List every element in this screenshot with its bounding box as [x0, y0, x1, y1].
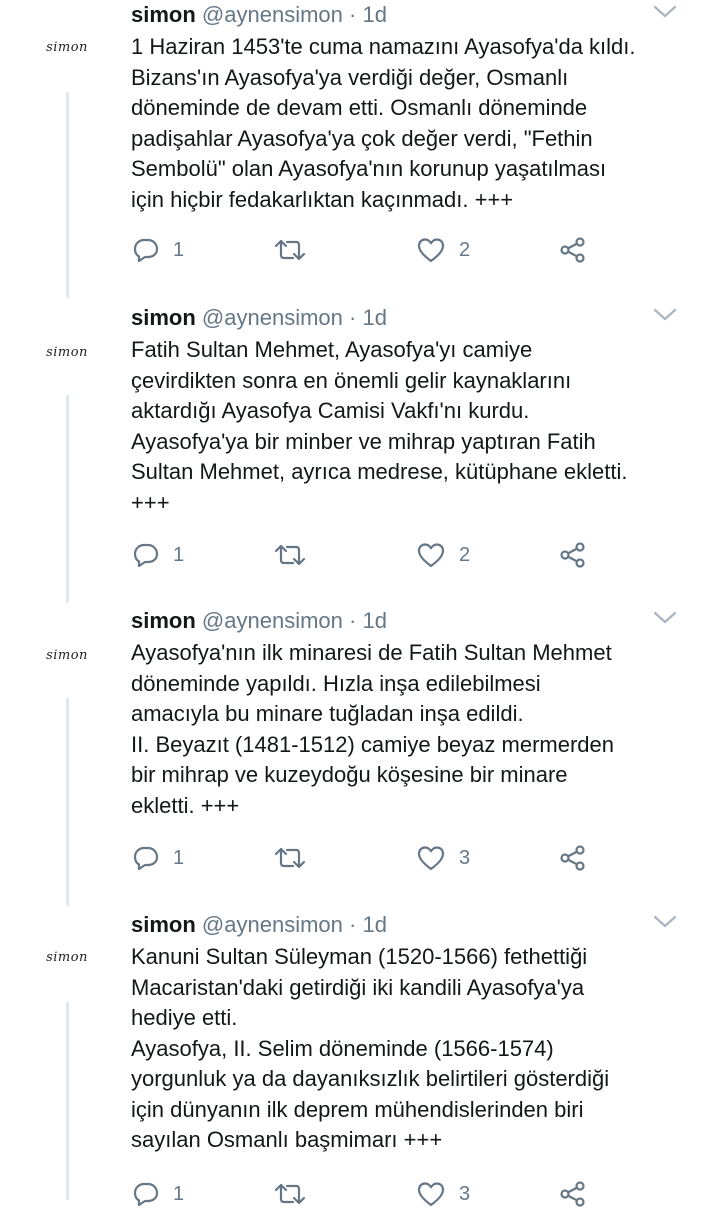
- share-icon: [560, 1181, 585, 1207]
- avatar[interactable]: simon: [26, 916, 108, 998]
- reply-icon: [133, 1182, 159, 1206]
- thread-line: [66, 698, 69, 906]
- tweet[interactable]: simon simon @aynensimon · 1d Fatih Sulta…: [0, 303, 703, 609]
- separator-dot: ·: [349, 912, 357, 937]
- share-button[interactable]: [559, 535, 587, 575]
- timestamp[interactable]: 1d: [362, 912, 386, 937]
- like-count: 2: [459, 543, 471, 566]
- like-count: 3: [459, 846, 471, 869]
- heart-icon: [417, 238, 445, 263]
- retweet-icon: [274, 239, 306, 261]
- heart-icon: [417, 846, 445, 871]
- tweet-actions: 1 3: [131, 1174, 601, 1214]
- tweet[interactable]: simon simon @aynensimon · 1d Kanuni Sult…: [0, 910, 703, 1207]
- like-count: 3: [459, 1182, 471, 1205]
- retweet-icon: [274, 847, 306, 869]
- timestamp[interactable]: 1d: [362, 608, 386, 633]
- heart-icon: [417, 543, 445, 568]
- retweet-icon: [274, 544, 306, 566]
- tweet-actions: 1 3: [131, 838, 601, 878]
- author-handle[interactable]: @aynensimon: [202, 912, 343, 937]
- avatar-text: simon: [46, 344, 88, 360]
- reply-icon: [133, 543, 159, 567]
- thread-line: [66, 1002, 69, 1200]
- author-name[interactable]: simon: [131, 912, 196, 937]
- separator-dot: ·: [349, 305, 357, 330]
- avatar-text: simon: [46, 647, 88, 663]
- retweet-button[interactable]: [273, 1174, 321, 1214]
- share-button[interactable]: [559, 230, 587, 270]
- timestamp[interactable]: 1d: [362, 2, 386, 27]
- tweet-header: simon @aynensimon · 1d: [131, 606, 387, 636]
- avatar-text: simon: [46, 39, 88, 55]
- share-button[interactable]: [559, 838, 587, 878]
- chevron-down-icon[interactable]: [652, 912, 678, 930]
- avatar[interactable]: simon: [26, 614, 108, 696]
- tweet-text: Fatih Sultan Mehmet, Ayasofya'yı camiye …: [131, 337, 628, 515]
- author-handle[interactable]: @aynensimon: [202, 608, 343, 633]
- timestamp[interactable]: 1d: [362, 305, 386, 330]
- reply-count: 1: [173, 238, 185, 261]
- like-count: 2: [459, 238, 471, 261]
- like-button[interactable]: 2: [417, 535, 470, 575]
- share-icon: [560, 542, 585, 568]
- retweet-button[interactable]: [273, 535, 321, 575]
- share-icon: [560, 237, 585, 263]
- chevron-down-icon[interactable]: [652, 2, 678, 20]
- share-icon: [560, 845, 585, 871]
- chevron-down-icon[interactable]: [652, 608, 678, 626]
- tweet-timeline: simon simon @aynensimon · 1d 1 Haziran 1…: [0, 0, 703, 1207]
- like-button[interactable]: 3: [417, 838, 470, 878]
- reply-button[interactable]: 1: [133, 535, 184, 575]
- avatar-text: simon: [46, 949, 88, 965]
- tweet[interactable]: simon simon @aynensimon · 1d Ayasofya'nı…: [0, 606, 703, 912]
- retweet-button[interactable]: [273, 230, 321, 270]
- reply-count: 1: [173, 846, 185, 869]
- separator-dot: ·: [349, 608, 357, 633]
- author-name[interactable]: simon: [131, 608, 196, 633]
- tweet-header: simon @aynensimon · 1d: [131, 910, 387, 940]
- tweet-text: 1 Haziran 1453'te cuma namazını Ayasofya…: [131, 34, 636, 212]
- thread-line: [66, 92, 69, 298]
- author-name[interactable]: simon: [131, 2, 196, 27]
- tweet-header: simon @aynensimon · 1d: [131, 303, 387, 333]
- reply-count: 1: [173, 543, 185, 566]
- avatar[interactable]: simon: [26, 311, 108, 393]
- heart-icon: [417, 1182, 445, 1207]
- tweet-text: Kanuni Sultan Süleyman (1520-1566) fethe…: [131, 944, 610, 1152]
- reply-count: 1: [173, 1182, 185, 1205]
- tweet-header: simon @aynensimon · 1d: [131, 0, 387, 30]
- avatar[interactable]: simon: [26, 6, 108, 88]
- tweet-text: Ayasofya'nın ilk minaresi de Fatih Sulta…: [131, 640, 615, 818]
- retweet-button[interactable]: [273, 838, 321, 878]
- reply-icon: [133, 846, 159, 870]
- author-handle[interactable]: @aynensimon: [202, 305, 343, 330]
- reply-button[interactable]: 1: [133, 1174, 184, 1214]
- reply-icon: [133, 238, 159, 262]
- reply-button[interactable]: 1: [133, 838, 184, 878]
- chevron-down-icon[interactable]: [652, 305, 678, 323]
- thread-line: [66, 395, 69, 603]
- tweet-actions: 1 2: [131, 535, 601, 575]
- tweet-actions: 1 2: [131, 230, 601, 270]
- author-handle[interactable]: @aynensimon: [202, 2, 343, 27]
- reply-button[interactable]: 1: [133, 230, 184, 270]
- tweet[interactable]: simon simon @aynensimon · 1d 1 Haziran 1…: [0, 0, 703, 306]
- author-name[interactable]: simon: [131, 305, 196, 330]
- retweet-icon: [274, 1183, 306, 1205]
- separator-dot: ·: [349, 2, 357, 27]
- share-button[interactable]: [559, 1174, 587, 1214]
- like-button[interactable]: 2: [417, 230, 470, 270]
- like-button[interactable]: 3: [417, 1174, 470, 1214]
